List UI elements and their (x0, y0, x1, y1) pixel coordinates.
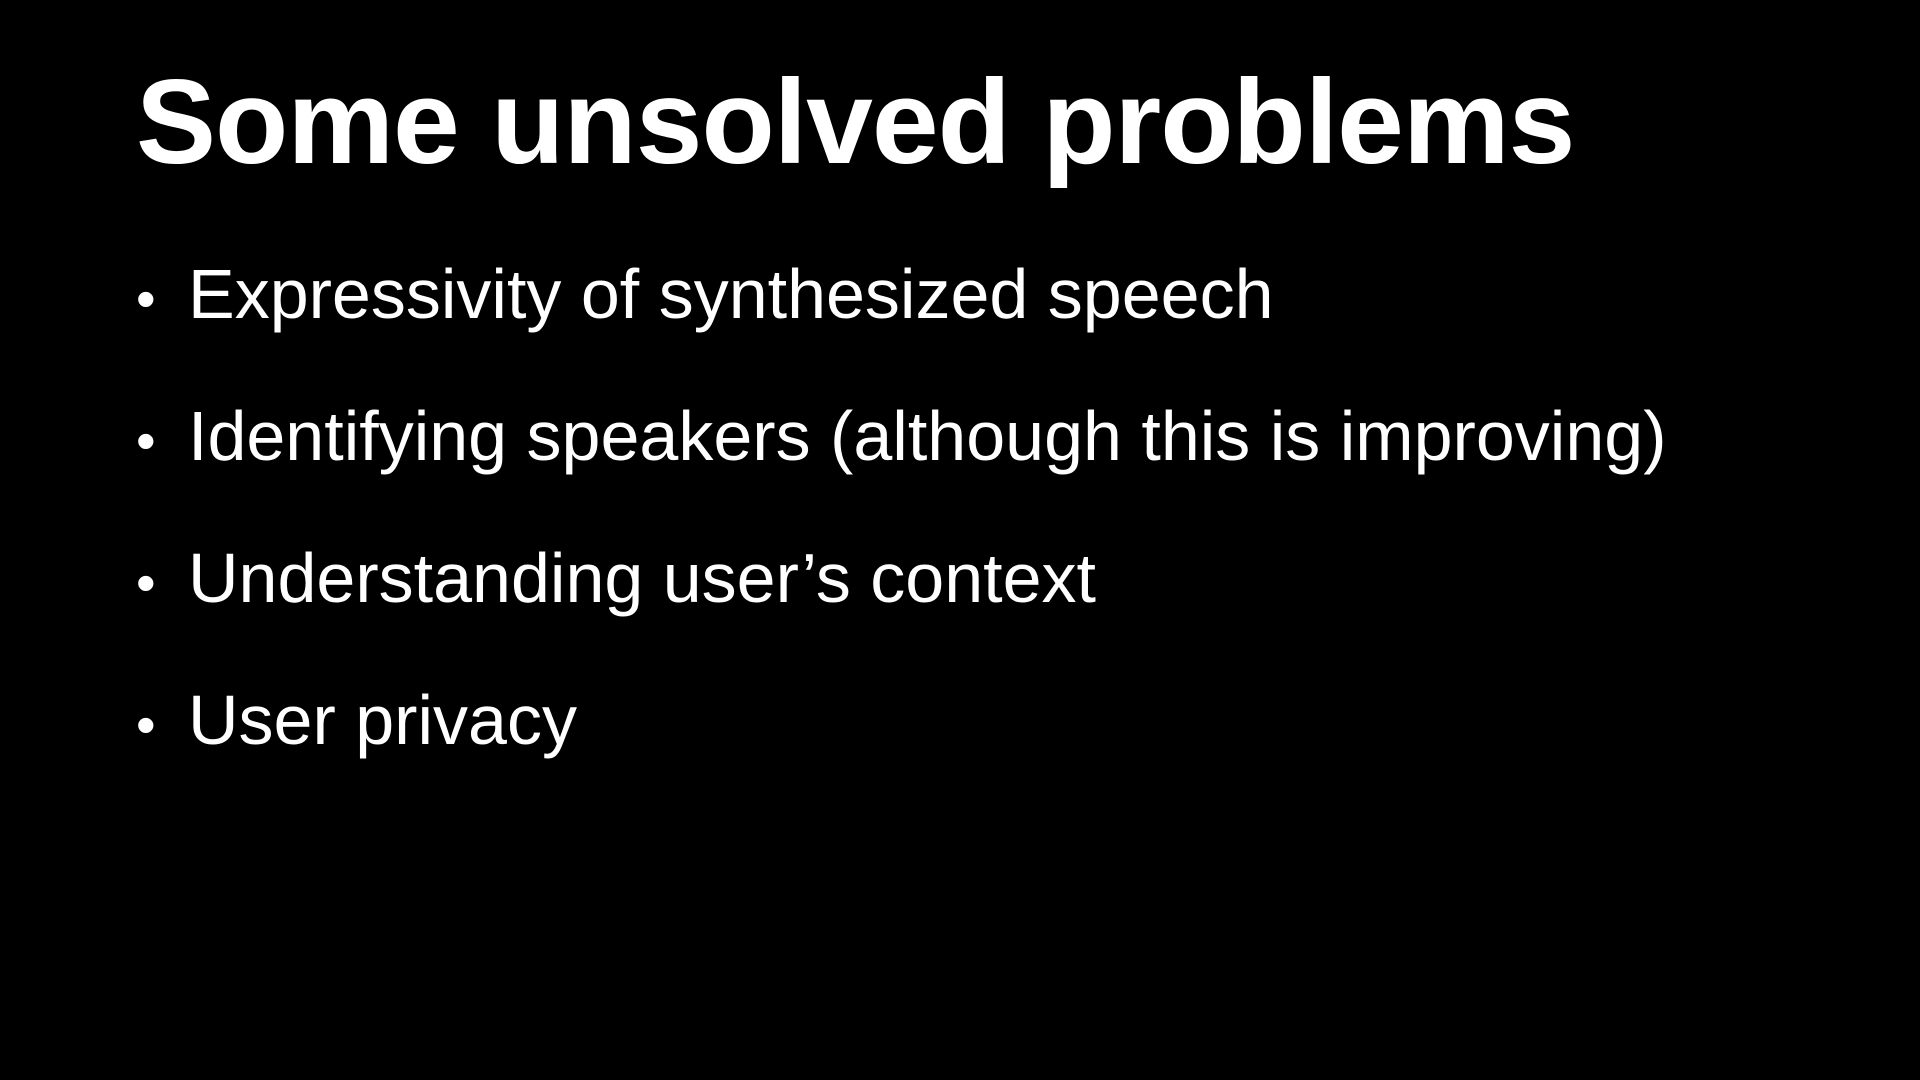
bullet-dot-icon: • (136, 693, 156, 756)
bullet-item-user-privacy: • User privacy (136, 678, 1667, 820)
bullet-dot-icon: • (136, 409, 156, 472)
bullet-text: Understanding user’s context (188, 539, 1096, 617)
slide-title: Some unsolved problems (136, 55, 1575, 189)
bullet-dot-icon: • (136, 551, 156, 614)
bullet-text: Identifying speakers (although this is i… (188, 397, 1667, 475)
bullet-list: • Expressivity of synthesized speech • I… (136, 252, 1667, 820)
bullet-text: User privacy (188, 681, 577, 759)
bullet-item-expressivity: • Expressivity of synthesized speech (136, 252, 1667, 394)
bullet-text: Expressivity of synthesized speech (188, 255, 1274, 333)
bullet-dot-icon: • (136, 267, 156, 330)
bullet-item-identifying-speakers: • Identifying speakers (although this is… (136, 394, 1667, 536)
bullet-item-user-context: • Understanding user’s context (136, 536, 1667, 678)
slide: Some unsolved problems • Expressivity of… (0, 0, 1920, 1080)
